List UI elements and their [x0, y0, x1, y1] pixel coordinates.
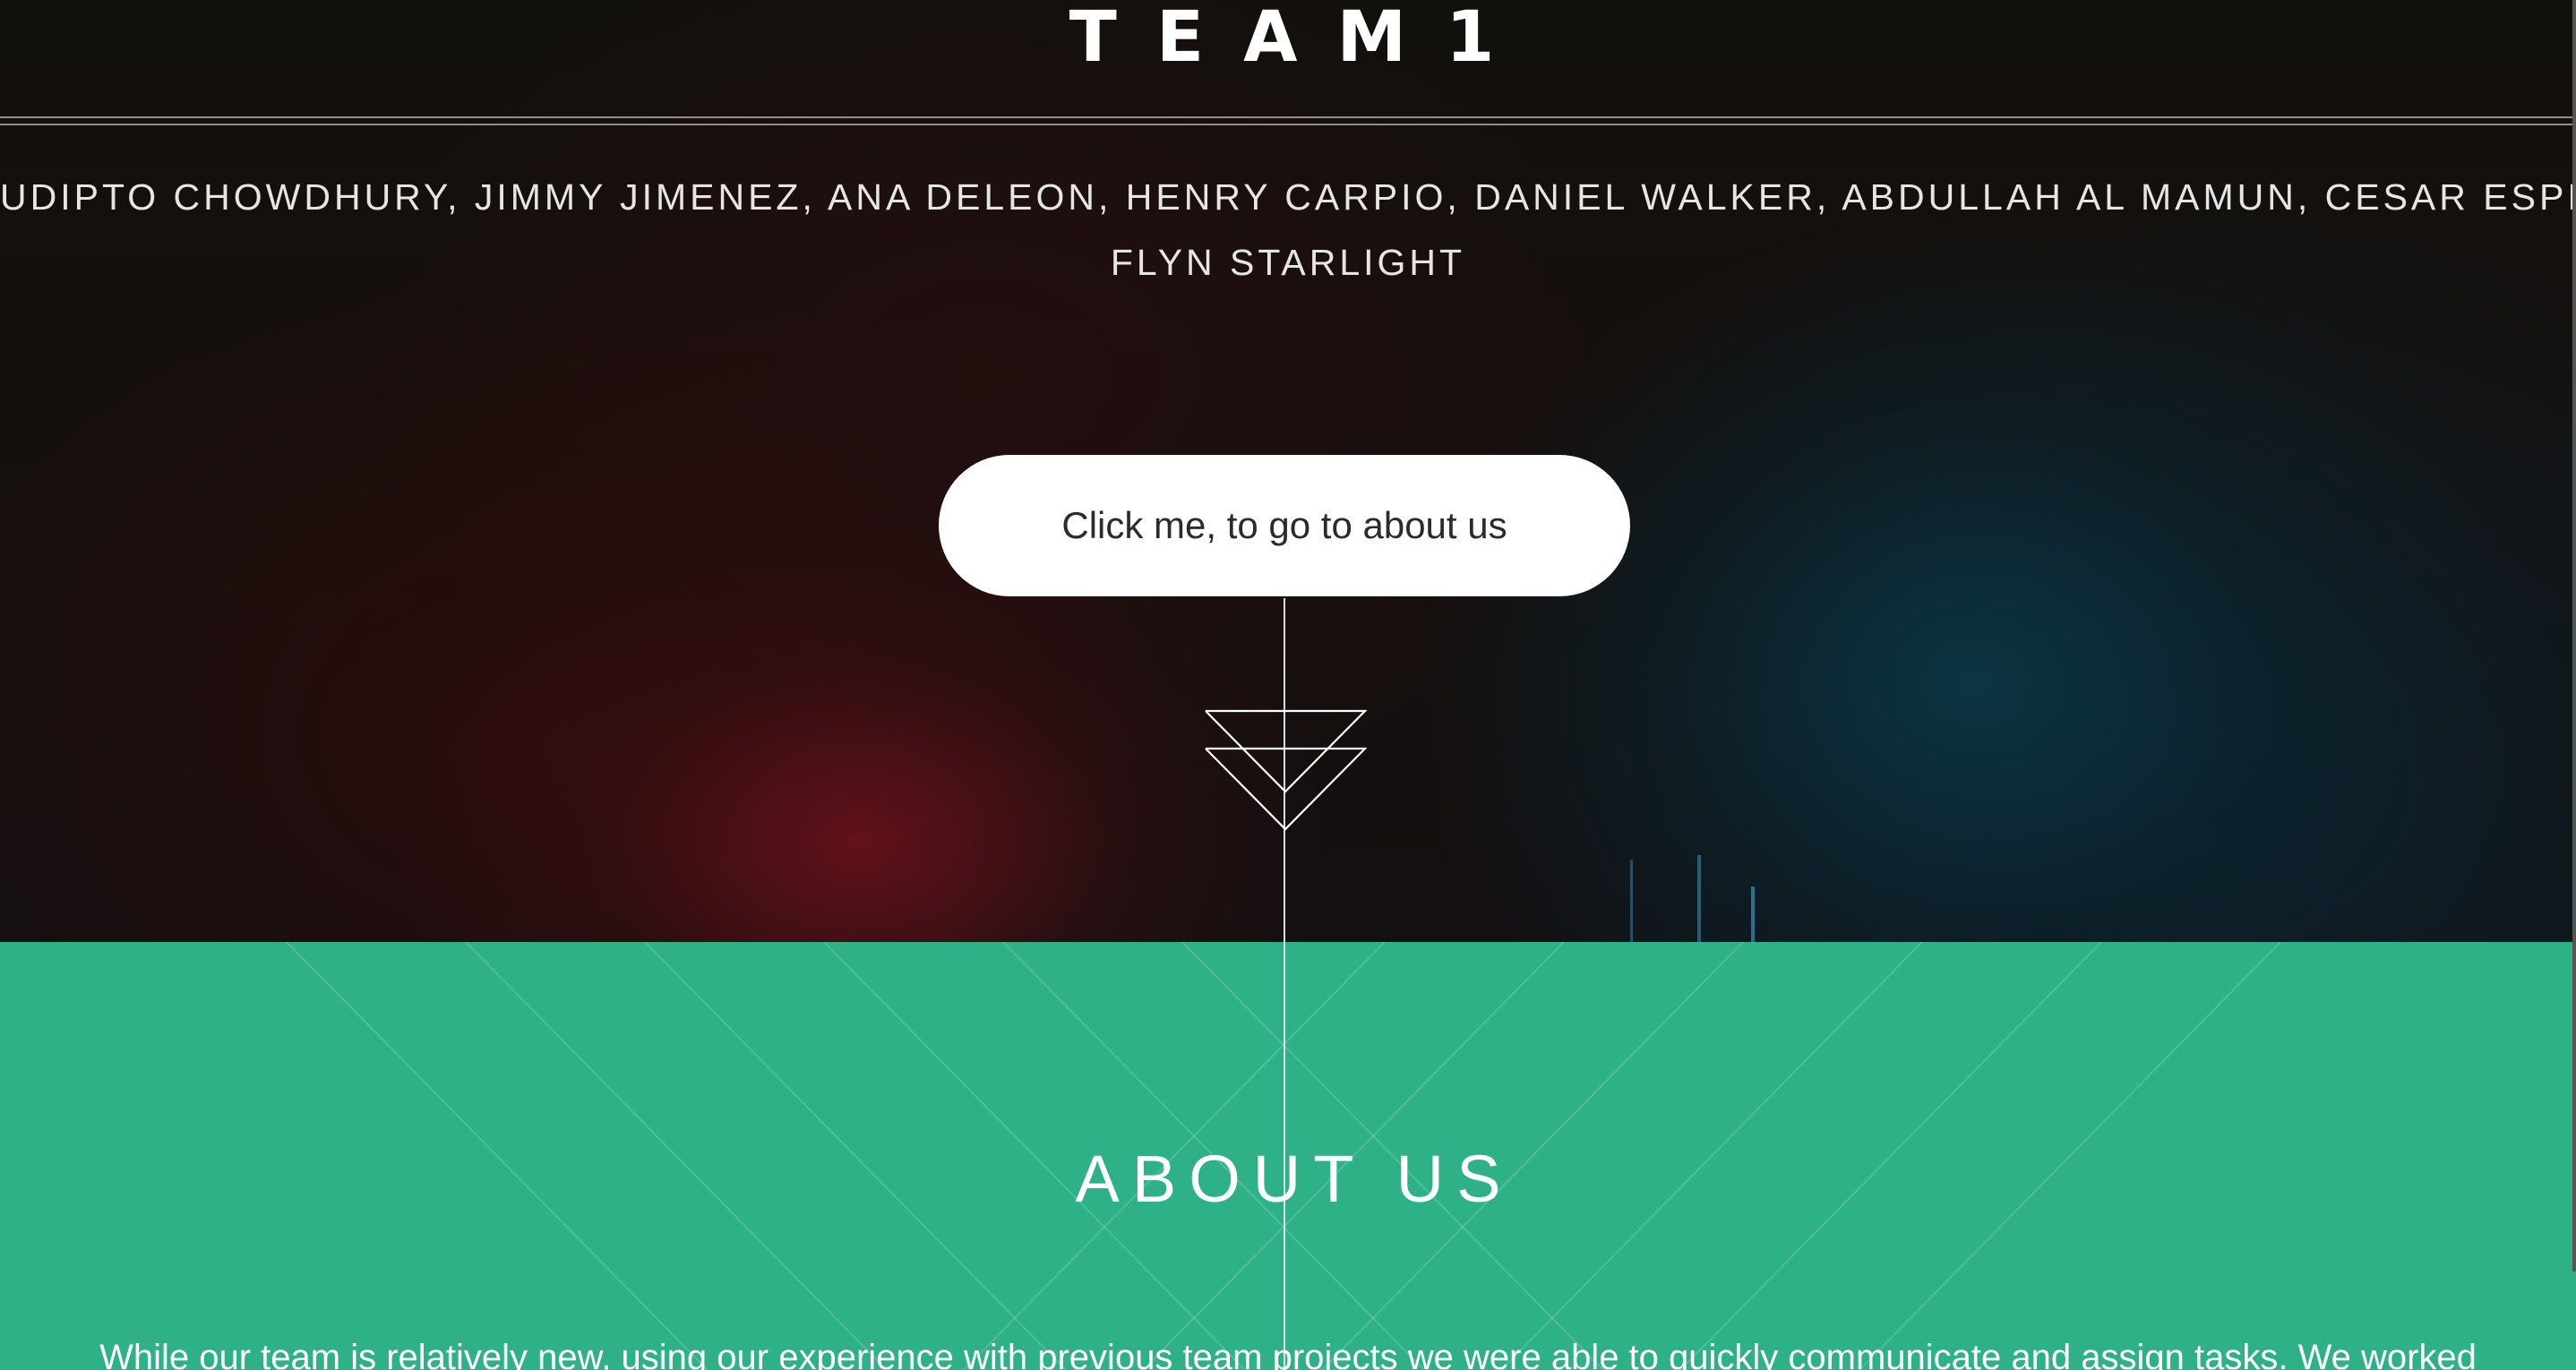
- team-members: UDIPTO CHOWDHURY, JIMMY JIMENEZ, ANA DEL…: [0, 165, 2576, 295]
- about-description: While our team is relatively new, using …: [99, 1338, 2477, 1370]
- double-chevron-down-icon[interactable]: [1204, 709, 1367, 831]
- title-divider-top: [0, 116, 2576, 118]
- title-divider-bottom: [0, 124, 2576, 125]
- hero-section: TEAM1 UDIPTO CHOWDHURY, JIMMY JIMENEZ, A…: [0, 0, 2576, 942]
- site-title: TEAM1: [1069, 0, 1534, 78]
- page: TEAM1 UDIPTO CHOWDHURY, JIMMY JIMENEZ, A…: [0, 0, 2576, 1370]
- scrollbar[interactable]: [2572, 0, 2576, 1272]
- light-streaks-decoration: [1630, 855, 1755, 942]
- team-members-line-1: UDIPTO CHOWDHURY, JIMMY JIMENEZ, ANA DEL…: [0, 176, 2576, 218]
- about-title: ABOUT US: [1075, 1142, 1514, 1216]
- about-us-button[interactable]: Click me, to go to about us: [939, 455, 1630, 596]
- team-members-line-2: FLYN STARLIGHT: [1110, 242, 1466, 283]
